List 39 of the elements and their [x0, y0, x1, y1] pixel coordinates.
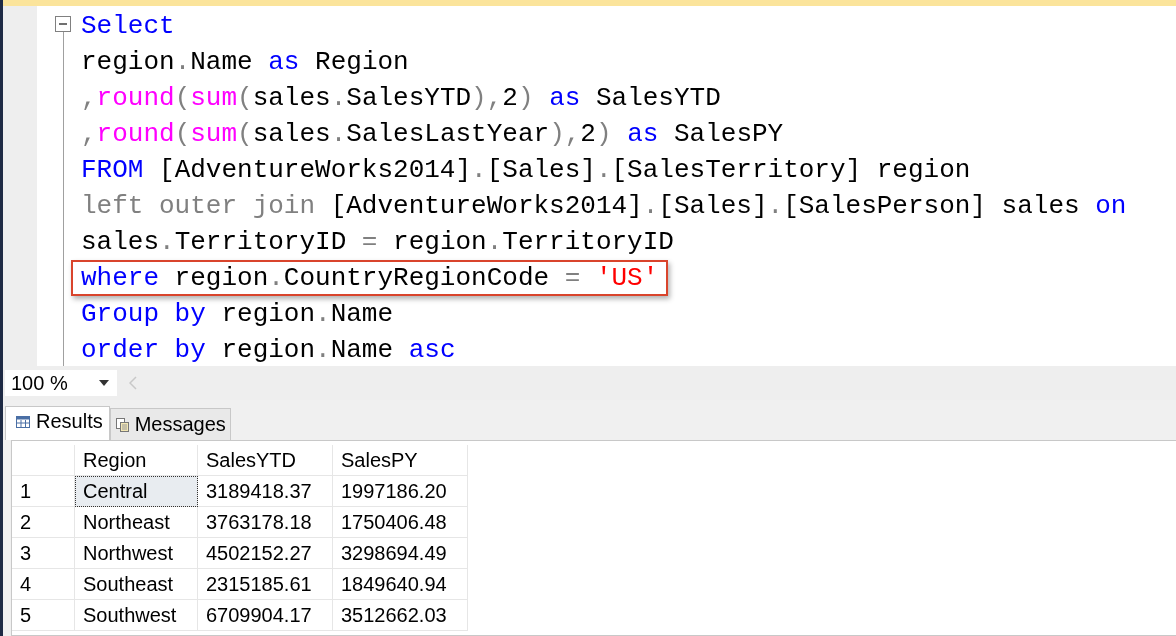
table-cell[interactable]: 3763178.18 [197, 506, 333, 538]
column-header[interactable]: SalesYTD [197, 445, 333, 476]
result-tab[interactable]: Messages [109, 408, 231, 440]
table-cell[interactable]: 3189418.37 [197, 475, 333, 507]
row-number: 2 [12, 506, 75, 538]
row-number: 5 [12, 599, 75, 631]
table-cell[interactable]: Northwest [74, 537, 198, 569]
code-line: left outer join [AdventureWorks2014].[Sales].[SalesPerson] sales on [80, 190, 1128, 223]
code-line: FROM [AdventureWorks2014].[Sales].[SalesTerritory] region [80, 154, 972, 187]
code-line: Select [80, 10, 176, 43]
code-line: ,round(sum(sales.SalesLastYear),2) as SalesPY [80, 118, 785, 151]
table-cell[interactable]: Southwest [74, 599, 198, 631]
table-cell[interactable]: Southeast [74, 568, 198, 600]
code-line: ,round(sum(sales.SalesYTD),2) as SalesYTD [80, 82, 722, 115]
collapse-icon[interactable] [55, 16, 71, 32]
table-cell[interactable]: 1849640.94 [332, 568, 468, 600]
table-cell[interactable]: 4502152.27 [197, 537, 333, 569]
result-tab[interactable]: Results [5, 406, 110, 440]
table-cell[interactable]: 2315185.61 [197, 568, 333, 600]
code-line: region.Name as Region [80, 46, 410, 79]
table-cell[interactable]: 1750406.48 [332, 506, 468, 538]
column-header[interactable]: Region [74, 445, 198, 476]
document-icon [114, 417, 129, 432]
table-cell[interactable]: 3512662.03 [332, 599, 468, 631]
table-cell[interactable]: Northeast [74, 506, 198, 538]
column-header[interactable]: SalesPY [332, 445, 468, 476]
zoom-dropdown[interactable]: 100 % [5, 370, 117, 396]
caret-icon [99, 380, 109, 386]
grid-icon [16, 415, 30, 428]
code-line: sales.TerritoryID = region.TerritoryID [80, 226, 675, 259]
table-cell[interactable]: 6709904.17 [197, 599, 333, 631]
table-cell[interactable]: 1997186.20 [332, 475, 468, 507]
row-number: 4 [12, 568, 75, 600]
row-number: 1 [12, 475, 75, 507]
row-number: 3 [12, 537, 75, 569]
table-cell[interactable]: Central [74, 475, 198, 507]
code-line: Group by region.Name [80, 298, 395, 331]
code-line: order by region.Name asc [80, 334, 457, 367]
table-cell[interactable]: 3298694.49 [332, 537, 468, 569]
